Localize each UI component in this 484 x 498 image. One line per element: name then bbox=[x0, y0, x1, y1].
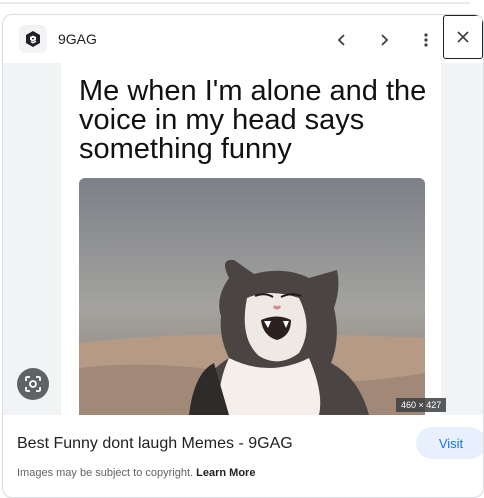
copyright-text: Images may be subject to copyright. bbox=[17, 467, 194, 479]
result-title[interactable]: Best Funny dont laugh Memes - 9GAG bbox=[17, 435, 293, 453]
top-divider bbox=[0, 2, 470, 4]
image-preview-panel: 9GAG Me when I'm alone and the voice in … bbox=[2, 14, 484, 498]
meme-caption: Me when I'm alone and the voice in my he… bbox=[79, 75, 427, 165]
next-button[interactable] bbox=[369, 25, 399, 55]
learn-more-link[interactable]: Learn More bbox=[196, 467, 255, 479]
9gag-logo-icon[interactable] bbox=[19, 25, 47, 53]
google-lens-button[interactable] bbox=[17, 368, 49, 400]
panel-header: 9GAG bbox=[3, 15, 483, 63]
more-options-button[interactable] bbox=[411, 25, 441, 55]
copyright-notice: Images may be subject to copyright. Lear… bbox=[17, 467, 255, 479]
chevron-left-icon bbox=[337, 34, 345, 46]
image-dimensions-badge: 460 × 427 bbox=[396, 398, 447, 412]
more-vert-icon bbox=[424, 33, 428, 47]
image-viewer[interactable]: Me when I'm alone and the voice in my he… bbox=[3, 63, 483, 415]
cat-photo bbox=[79, 178, 425, 415]
meme-image[interactable]: Me when I'm alone and the voice in my he… bbox=[61, 63, 441, 415]
source-name[interactable]: 9GAG bbox=[58, 31, 97, 47]
visit-button[interactable]: Visit bbox=[416, 427, 483, 459]
google-lens-icon bbox=[25, 376, 41, 392]
chevron-right-icon bbox=[381, 34, 389, 46]
close-button[interactable] bbox=[443, 15, 483, 59]
previous-button[interactable] bbox=[327, 25, 357, 55]
close-icon bbox=[457, 31, 469, 43]
